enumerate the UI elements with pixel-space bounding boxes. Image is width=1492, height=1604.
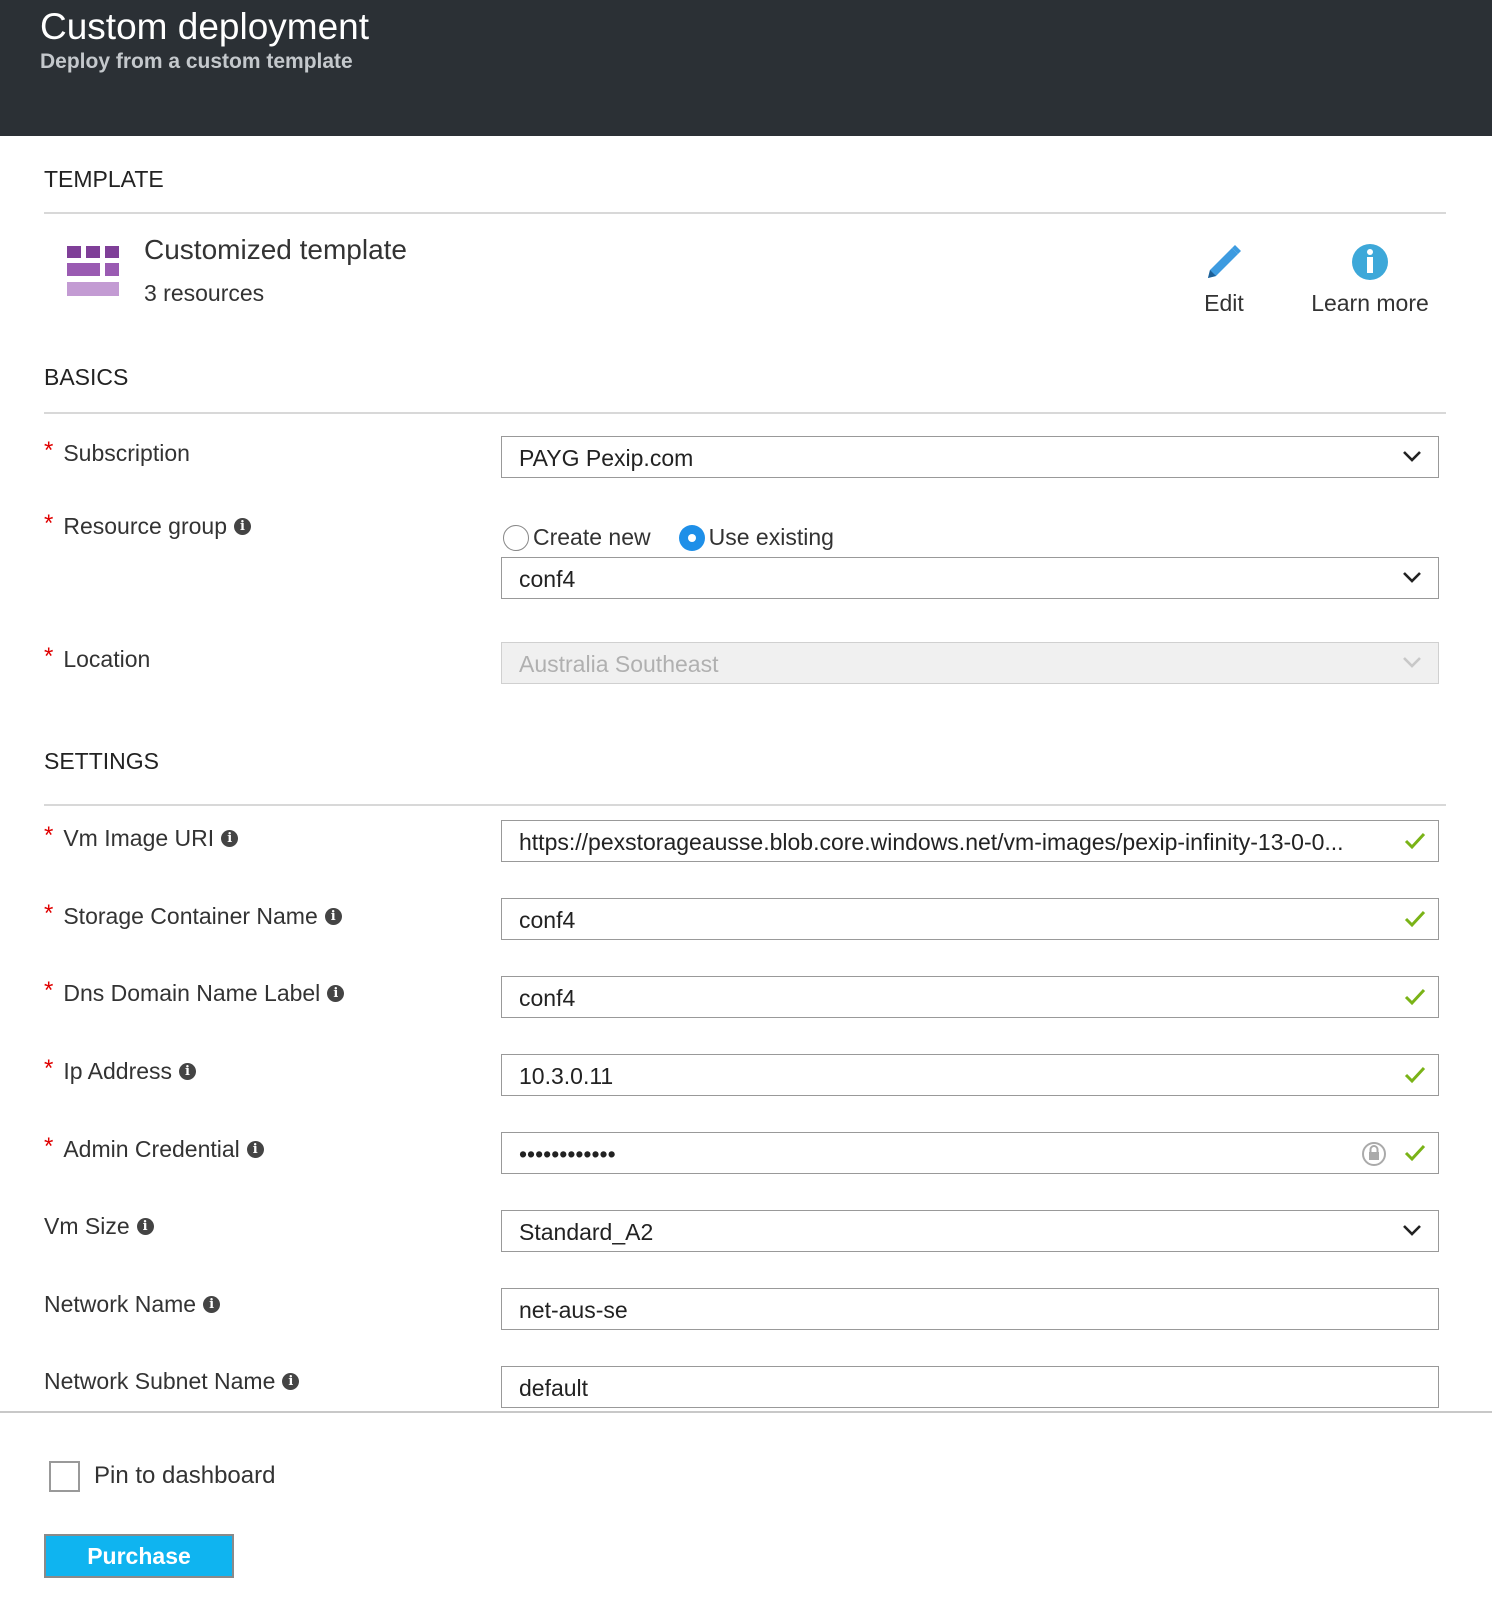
learn-more-label: Learn more <box>1311 290 1429 316</box>
checkmark-icon <box>1404 832 1426 850</box>
subnet-name-input[interactable]: default <box>501 1366 1439 1408</box>
location-value: Australia Southeast <box>519 651 719 677</box>
info-icon[interactable]: i <box>179 1062 197 1080</box>
section-divider <box>44 412 1446 414</box>
ip-address-value: 10.3.0.11 <box>519 1063 614 1089</box>
checkmark-icon <box>1404 910 1426 928</box>
chevron-down-icon <box>1403 572 1421 583</box>
purchase-button[interactable]: Purchase <box>44 1534 234 1578</box>
required-marker: * <box>44 977 54 1004</box>
info-circle-icon <box>1352 244 1388 280</box>
required-marker: * <box>44 510 54 537</box>
info-icon[interactable]: i <box>234 517 251 535</box>
chevron-down-icon <box>1403 1225 1421 1236</box>
required-marker: * <box>44 643 54 670</box>
use-existing-radio[interactable] <box>678 524 705 551</box>
vm-image-uri-input[interactable]: https://pexstorageausse.blob.core.window… <box>501 820 1439 862</box>
network-name-input[interactable]: net-aus-se <box>501 1288 1439 1330</box>
dns-label-input[interactable]: conf4 <box>501 976 1439 1018</box>
pin-to-dashboard-checkbox[interactable] <box>49 1461 80 1492</box>
section-title-template: TEMPLATE <box>44 166 164 192</box>
section-divider <box>44 212 1446 214</box>
section-divider <box>44 804 1446 806</box>
ip-address-label: * Ip Address i <box>44 1055 197 1085</box>
resource-group-mode: Create new Use existing <box>503 524 834 551</box>
admin-credential-value: •••••••••••• <box>519 1141 616 1167</box>
network-name-label: Network Name i <box>44 1291 221 1318</box>
admin-credential-label: * Admin Credential i <box>44 1133 264 1163</box>
subscription-value: PAYG Pexip.com <box>519 445 694 471</box>
learn-more-button[interactable]: Learn more <box>1300 240 1440 317</box>
admin-credential-input[interactable]: •••••••••••• <box>501 1132 1439 1174</box>
storage-container-input[interactable]: conf4 <box>501 898 1439 940</box>
vm-size-dropdown[interactable]: Standard_A2 <box>501 1210 1439 1252</box>
info-icon[interactable]: i <box>324 907 342 925</box>
use-existing-label[interactable]: Use existing <box>709 524 834 551</box>
blade-subtitle: Deploy from a custom template <box>40 50 353 73</box>
subnet-name-value: default <box>519 1375 589 1401</box>
template-resource-count: 3 resources <box>144 280 265 306</box>
storage-container-value: conf4 <box>519 907 576 933</box>
credential-lock-icon[interactable] <box>1360 1140 1388 1168</box>
create-new-radio[interactable] <box>503 524 529 551</box>
resource-group-label: * Resource group i <box>44 510 251 540</box>
required-marker: * <box>44 822 54 849</box>
required-marker: * <box>44 900 54 927</box>
network-name-value: net-aus-se <box>519 1297 628 1323</box>
required-marker: * <box>44 1133 54 1160</box>
info-icon[interactable]: i <box>221 829 239 847</box>
subscription-dropdown[interactable]: PAYG Pexip.com <box>501 436 1439 478</box>
blade-title: Custom deployment <box>40 6 370 47</box>
vm-size-label: Vm Size i <box>44 1213 154 1240</box>
dns-label-label: * Dns Domain Name Label i <box>44 977 345 1007</box>
blade-header: Custom deployment Deploy from a custom t… <box>0 0 1492 136</box>
create-new-label[interactable]: Create new <box>533 524 651 551</box>
section-title-basics: BASICS <box>44 364 129 390</box>
resource-group-value: conf4 <box>519 566 576 592</box>
info-icon[interactable]: i <box>327 984 345 1002</box>
footer-divider <box>0 1411 1492 1413</box>
chevron-down-icon <box>1403 451 1421 462</box>
subscription-label: * Subscription <box>44 437 190 466</box>
pencil-icon <box>1208 245 1241 278</box>
section-title-settings: SETTINGS <box>44 748 160 774</box>
checkmark-icon <box>1404 988 1426 1006</box>
info-icon[interactable]: i <box>246 1140 264 1158</box>
subnet-name-label: Network Subnet Name i <box>44 1368 300 1395</box>
chevron-down-icon <box>1403 657 1421 668</box>
info-icon[interactable]: i <box>136 1218 154 1235</box>
blade-content[interactable]: TEMPLATE Customized template 3 resources… <box>0 136 1492 1412</box>
template-grid-icon <box>67 246 122 302</box>
info-icon[interactable]: i <box>203 1296 221 1313</box>
required-marker: * <box>44 1055 54 1082</box>
dns-label-value: conf4 <box>519 985 576 1011</box>
storage-container-label: * Storage Container Name i <box>44 900 342 930</box>
required-marker: * <box>44 437 54 464</box>
edit-label: Edit <box>1204 290 1244 316</box>
location-dropdown: Australia Southeast <box>501 642 1439 684</box>
template-name: Customized template <box>144 234 408 265</box>
pin-to-dashboard-label[interactable]: Pin to dashboard <box>94 1462 275 1490</box>
location-label: * Location <box>44 643 151 672</box>
vm-size-value: Standard_A2 <box>519 1219 654 1245</box>
vm-image-uri-label: * Vm Image URI i <box>44 822 239 852</box>
checkmark-icon <box>1404 1066 1426 1084</box>
info-icon[interactable]: i <box>282 1373 300 1390</box>
checkmark-icon <box>1404 1144 1426 1162</box>
resource-group-dropdown[interactable]: conf4 <box>501 557 1439 599</box>
ip-address-input[interactable]: 10.3.0.11 <box>501 1054 1439 1096</box>
vm-image-uri-value: https://pexstorageausse.blob.core.window… <box>519 829 1344 855</box>
edit-template-button[interactable]: Edit <box>1190 240 1258 317</box>
